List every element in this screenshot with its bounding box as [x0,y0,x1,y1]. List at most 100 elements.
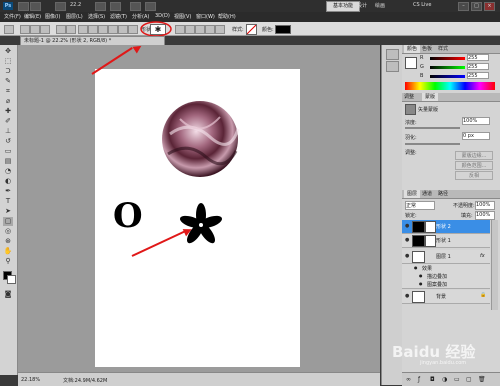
workspace-painting[interactable]: 绘画 [375,2,385,9]
eye-small-icon[interactable]: ● [419,281,423,286]
menu-file[interactable]: 文件(F) [4,13,21,20]
fx-icon[interactable]: ƒ [418,376,420,383]
combine-mode-5[interactable] [215,25,225,34]
density-value[interactable]: 100% [462,117,490,125]
mask-edge-button[interactable]: 蒙版边缘... [455,151,493,160]
rectangle-tool-icon[interactable] [78,25,88,34]
quick-select-tool-icon[interactable]: ✎ [3,77,13,86]
workspace-design[interactable]: 设计 [357,2,367,9]
bridge-button[interactable] [18,2,29,11]
pen-tool-icon[interactable]: ✒ [3,187,13,196]
lasso-tool-icon[interactable]: ᑐ [3,67,13,76]
new-layer-icon[interactable]: ▢ [466,376,472,383]
link-layers-icon[interactable]: ∞ [406,376,411,383]
layer-row-shape-1[interactable]: ● 形状 1 [402,234,490,248]
marquee-tool-icon[interactable]: ⬚ [3,57,13,66]
arrange-documents-button[interactable] [130,2,141,11]
menu-layer[interactable]: 图层(L) [66,13,83,20]
color-ramp[interactable] [405,82,495,90]
type-tool-icon[interactable]: T [3,197,13,206]
visibility-eye-icon[interactable]: ● [405,253,410,259]
gradient-tool-icon[interactable]: ▤ [3,157,13,166]
minibridge-button[interactable] [30,2,41,11]
stamp-tool-icon[interactable]: ⊥ [3,127,13,136]
invert-button[interactable]: 反相 [455,171,493,180]
style-picker[interactable] [246,24,257,35]
combine-mode-1[interactable] [175,25,185,34]
g-value[interactable]: 255 [467,63,489,70]
custom-shape-tool-icon[interactable] [128,25,138,34]
feather-value[interactable]: 0 px [462,132,490,140]
combine-mode-4[interactable] [205,25,215,34]
panel-foreground-swatch[interactable] [405,57,417,69]
group-icon[interactable]: ▭ [454,376,460,383]
quick-mask-icon[interactable]: ◙ [3,290,13,299]
fill-value[interactable]: 100% [475,211,495,220]
document-canvas[interactable]: O [95,69,300,367]
history-panel-icon[interactable] [386,49,399,60]
status-zoom[interactable]: 22.18% [21,377,40,383]
eyedropper-tool-icon[interactable]: ⌀ [3,97,13,106]
color-range-button[interactable]: 颜色范围... [455,161,493,170]
menu-analysis[interactable]: 分析(A) [132,13,149,20]
effect-stroke-overlay-row[interactable]: ● 描边叠加 [402,272,490,280]
layer-row-shape-2[interactable]: ● 形状 2 [402,220,490,234]
minimize-button[interactable]: – [458,2,469,11]
layer-row-background[interactable]: ● 背景 🔒 [402,290,490,304]
eye-small-icon[interactable]: ● [414,265,418,270]
layer-row-layer-1[interactable]: ● 图层 1 fx [402,250,490,264]
history-brush-icon[interactable]: ↺ [3,137,13,146]
b-slider[interactable] [430,75,465,78]
menu-image[interactable]: 图像(I) [45,13,60,20]
rounded-rectangle-tool-icon[interactable] [88,25,98,34]
opacity-value[interactable]: 100% [475,201,495,210]
shape-layers-mode[interactable] [20,25,30,34]
brush-tool-icon[interactable]: ✐ [3,117,13,126]
freeform-pen-icon[interactable] [66,25,76,34]
line-tool-icon[interactable] [118,25,128,34]
layers-scrollbar[interactable] [491,220,498,310]
layer-name[interactable]: 图层 1 [436,253,451,260]
layer-name[interactable]: 背景 [436,293,446,300]
paths-mode[interactable] [30,25,40,34]
effects-row[interactable]: ● 效果 [402,264,490,272]
cs-live[interactable]: CS Live [413,2,431,8]
zoom-tool-button[interactable] [110,2,121,11]
r-value[interactable]: 255 [467,54,489,61]
layer-name[interactable]: 形状 1 [436,237,451,244]
combine-mode-2[interactable] [185,25,195,34]
workspace-essentials-button[interactable]: 基本功能 [326,1,361,12]
menu-window[interactable]: 窗口(W) [196,13,215,20]
actions-panel-icon[interactable] [386,61,399,72]
3d-rotate-tool-icon[interactable]: ◎ [3,227,13,236]
fx-badge[interactable]: fx [480,253,485,259]
crop-tool-icon[interactable]: ⌗ [3,87,13,96]
visibility-eye-icon[interactable]: ● [405,237,410,243]
shape-color-swatch[interactable] [275,25,291,34]
pen-tool-icon[interactable] [56,25,66,34]
ellipse-tool-icon[interactable] [98,25,108,34]
tab-paths[interactable]: 路径 [438,190,448,198]
blur-tool-icon[interactable]: ◔ [3,167,13,176]
effect-pattern-overlay-row[interactable]: ● 图案叠加 [402,280,490,289]
density-slider[interactable] [405,127,460,129]
screen-mode-button[interactable] [145,2,156,11]
fill-pixels-mode[interactable] [40,25,50,34]
shape-tool-icon[interactable]: ▢ [3,217,13,226]
menu-edit[interactable]: 编辑(E) [24,13,41,20]
visibility-eye-icon[interactable]: ● [405,293,410,299]
tool-preset-picker[interactable] [4,25,14,34]
zoom-tool-icon[interactable]: ⚲ [3,257,13,266]
add-mask-icon[interactable]: ◘ [430,376,435,383]
layer-name[interactable]: 形状 2 [436,223,451,230]
menu-3d[interactable]: 3D(D) [155,13,170,19]
tab-adjustments[interactable]: 调整 [404,93,414,101]
eraser-tool-icon[interactable]: ▭ [3,147,13,156]
tab-layers[interactable]: 图层 [404,190,421,198]
tab-color[interactable]: 颜色 [404,45,421,53]
hand-tool-icon[interactable]: ✋ [3,247,13,256]
maximize-button[interactable]: □ [471,2,482,11]
close-button[interactable]: × [484,2,495,11]
eye-small-icon[interactable]: ● [419,273,423,278]
tab-styles[interactable]: 样式 [438,45,448,53]
